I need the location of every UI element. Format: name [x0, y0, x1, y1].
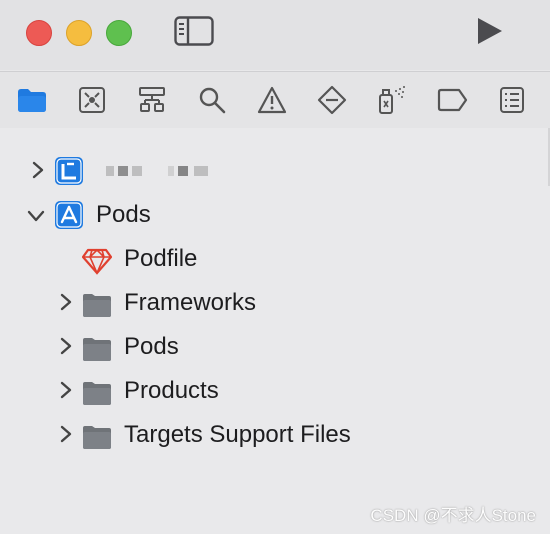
- xcode-project-icon: [55, 157, 83, 185]
- tab-debug-navigator[interactable]: [376, 84, 408, 116]
- tab-find-navigator[interactable]: [196, 84, 228, 116]
- zoom-window-button[interactable]: [106, 20, 132, 46]
- tab-breakpoint-navigator[interactable]: [436, 84, 468, 116]
- app-project-icon: [55, 201, 83, 229]
- tree-row-podfile[interactable]: Podfile: [0, 236, 550, 280]
- tree-row-pods-project[interactable]: Pods: [0, 192, 550, 236]
- ruby-file-icon: [82, 248, 112, 275]
- project-navigator-tree: Pods Podfile Frameworks Pods Products Ta…: [0, 128, 550, 534]
- symbol-hierarchy-icon: [139, 87, 165, 112]
- debug-spray-icon: [379, 86, 405, 114]
- sidebar-toggle-icon[interactable]: [174, 16, 214, 46]
- chevron-right-icon[interactable]: [30, 160, 46, 180]
- folder-icon: [83, 294, 111, 317]
- search-icon: [199, 87, 226, 114]
- breakpoint-tag-icon: [437, 88, 468, 112]
- tree-row-products[interactable]: Products: [0, 368, 550, 412]
- window-titlebar: [0, 0, 550, 70]
- test-diamond-icon: [317, 85, 347, 115]
- minimize-window-button[interactable]: [66, 20, 92, 46]
- tree-row-targets-support-files[interactable]: Targets Support Files: [0, 412, 550, 456]
- chevron-right-icon[interactable]: [58, 380, 74, 400]
- chevron-right-icon[interactable]: [58, 292, 74, 312]
- run-play-icon[interactable]: [474, 16, 504, 46]
- redacted-project-name: [106, 166, 216, 178]
- watermark-text: CSDN @不求人Stone: [370, 506, 536, 525]
- source-control-icon: [79, 87, 105, 113]
- tab-source-control[interactable]: [76, 84, 108, 116]
- folder-icon: [83, 338, 111, 361]
- warning-icon: [257, 86, 287, 114]
- tree-row-frameworks[interactable]: Frameworks: [0, 280, 550, 324]
- group-label: Pods: [124, 333, 179, 360]
- tab-test-navigator[interactable]: [316, 84, 348, 116]
- chevron-down-icon[interactable]: [26, 206, 46, 226]
- tree-row-project[interactable]: [0, 148, 550, 192]
- folder-icon: [83, 426, 111, 449]
- chevron-right-icon[interactable]: [58, 424, 74, 444]
- pods-project-label: Pods: [96, 201, 151, 228]
- tab-project-navigator[interactable]: [16, 84, 48, 116]
- folder-icon: [18, 89, 46, 112]
- group-label: Frameworks: [124, 289, 257, 316]
- tree-row-pods-group[interactable]: Pods: [0, 324, 550, 368]
- podfile-label: Podfile: [124, 245, 198, 272]
- chevron-right-icon[interactable]: [58, 336, 74, 356]
- group-label: Products: [124, 377, 219, 404]
- tab-issue-navigator[interactable]: [256, 84, 288, 116]
- close-window-button[interactable]: [26, 20, 52, 46]
- tab-report-navigator[interactable]: [496, 84, 528, 116]
- navigator-tab-bar: [0, 71, 550, 129]
- tab-symbol-navigator[interactable]: [136, 84, 168, 116]
- folder-icon: [83, 382, 111, 405]
- group-label: Targets Support Files: [124, 421, 351, 448]
- report-list-icon: [500, 87, 524, 113]
